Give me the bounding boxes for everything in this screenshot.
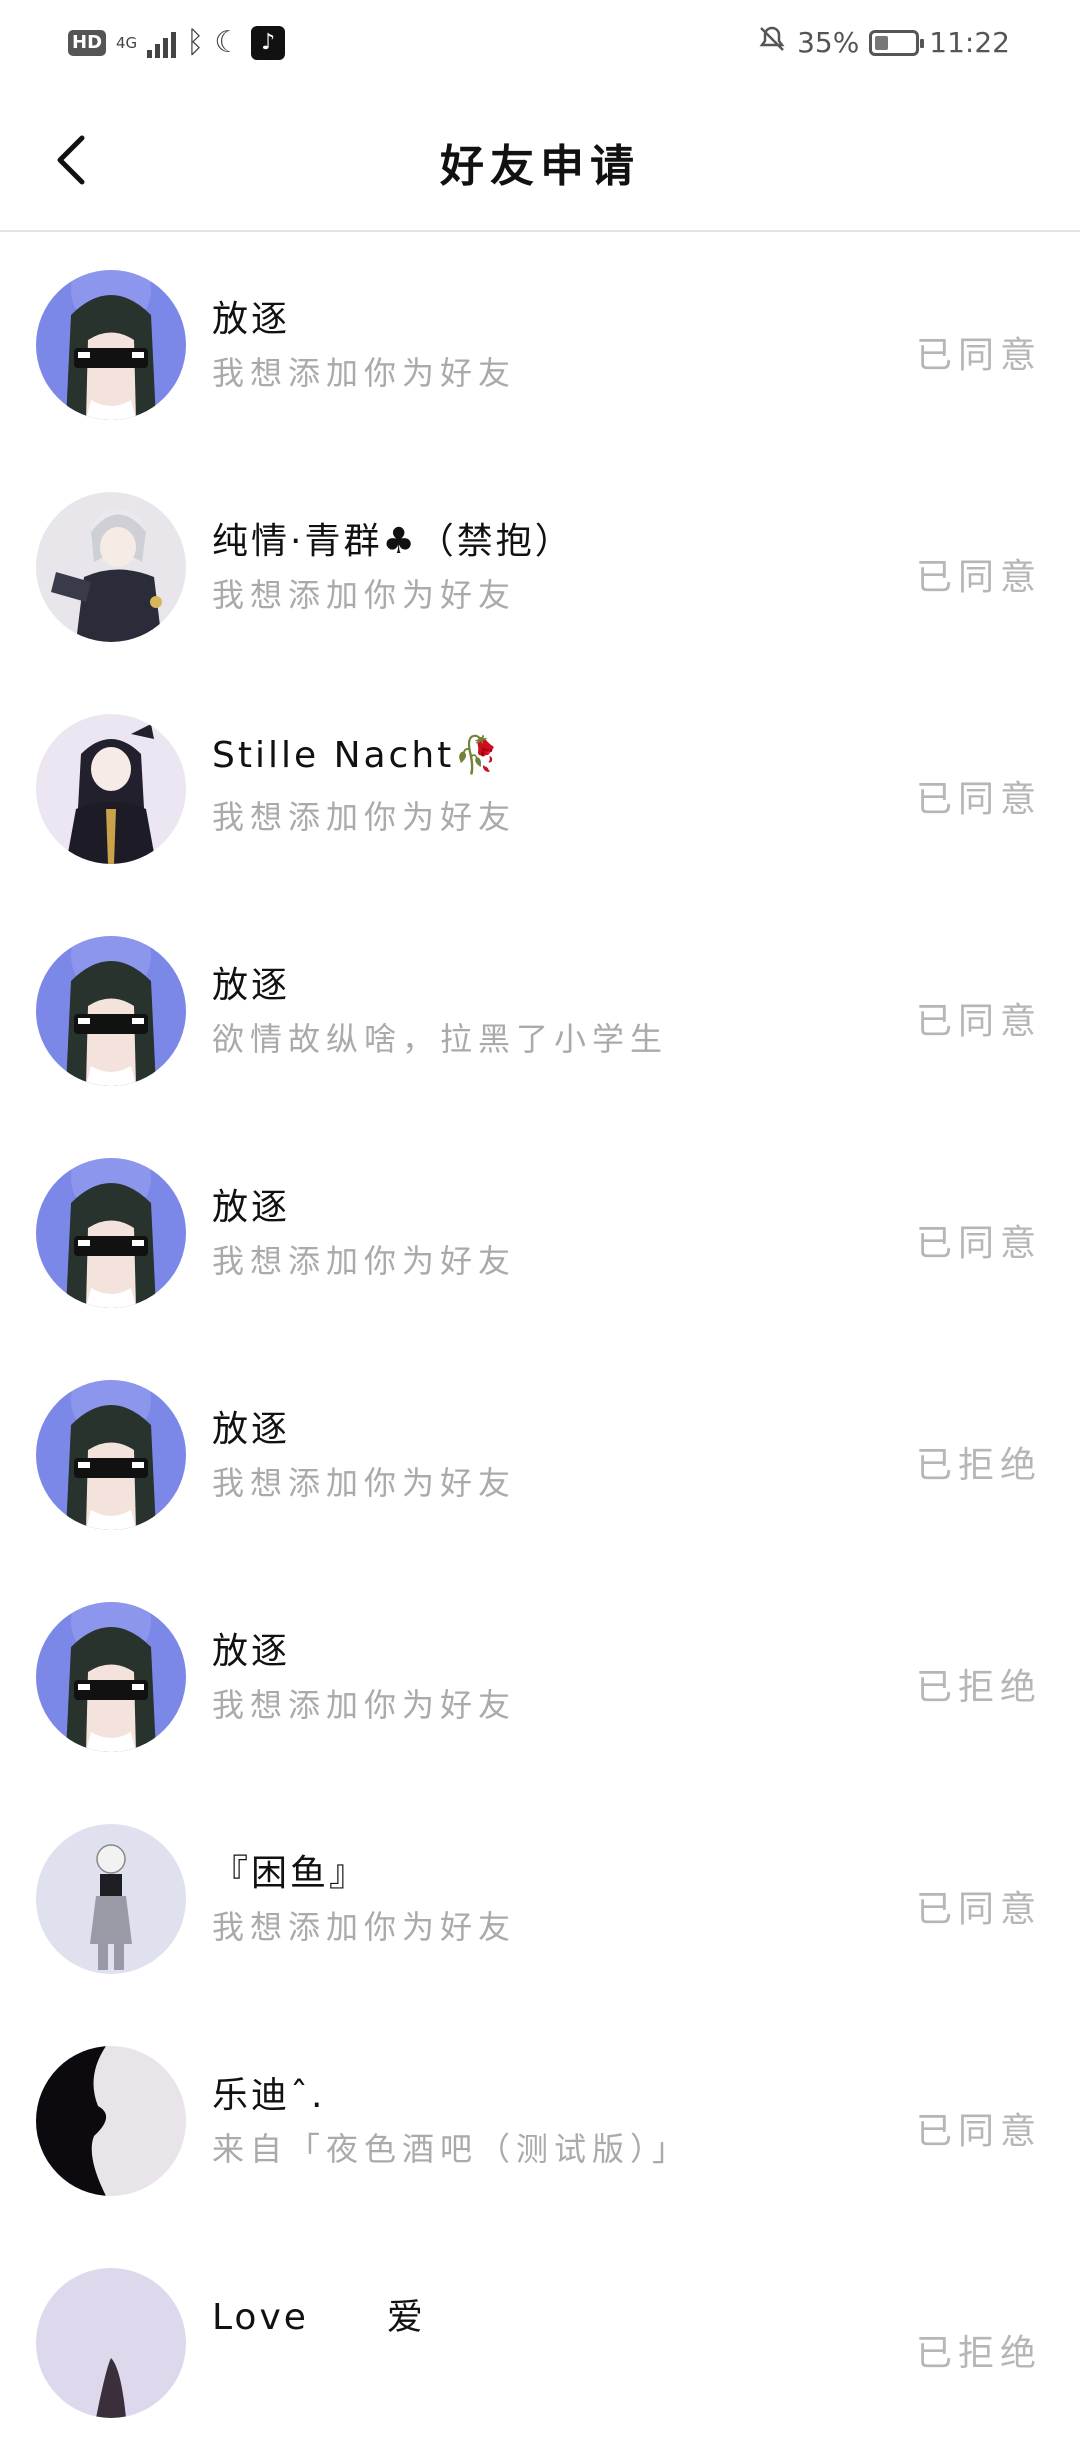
requester-name: Stille Nacht🥀 [212,735,503,776]
request-message: 我想添加你为好友 [212,354,517,392]
requester-name: 放逐 [212,1409,291,1450]
request-message: 欲情故纵啥，拉黑了小学生 [212,1020,669,1058]
status-left: HD 4G ᛒ ☾ ♪ [68,25,286,60]
request-status: 已拒绝 [915,2333,1042,2374]
avatar[interactable] [36,1602,186,1752]
clock: 11:22 [929,26,1010,59]
request-message: 来自「夜色酒吧（测试版）」 [212,2130,691,2168]
bluetooth-icon: ᛒ [186,25,205,60]
status-right: 35% 11:22 [757,24,1010,61]
request-status: 已同意 [915,557,1042,598]
requester-name: 放逐 [212,965,291,1006]
requester-name: 『困鱼』 [212,1853,369,1894]
avatar[interactable] [36,2268,186,2418]
hd-badge: HD [68,30,107,56]
avatar[interactable] [36,492,186,642]
request-message: 我想添加你为好友 [212,1464,517,1502]
page-title: 好友申请 [440,141,640,192]
battery-percent: 35% [797,26,860,59]
requester-name: 放逐 [212,1631,291,1672]
request-message: 我想添加你为好友 [212,1242,517,1280]
request-message: 我想添加你为好友 [212,576,517,614]
friend-request-row[interactable]: 放逐我想添加你为好友 已同意 [0,232,1080,454]
battery-icon [869,29,925,56]
request-status: 已同意 [915,1223,1042,1264]
moon-icon: ☾ [214,25,242,60]
request-status: 已同意 [915,1889,1042,1930]
signal-icon [147,28,177,58]
friend-request-row[interactable]: 『困鱼』我想添加你为好友 已同意 [0,1786,1080,2008]
network-type: 4G [116,34,138,52]
avatar[interactable] [36,2046,186,2196]
requester-name: 放逐 [212,299,291,340]
friend-request-list: 放逐 我想添加你为好友 已同意 纯情·青群♣（禁抱） 我想添加你为好友 已同意 Stille… [0,232,1080,2452]
mute-icon [757,24,787,61]
status-bar: HD 4G ᛒ ☾ ♪ 35% 11:22 [0,0,1080,90]
avatar[interactable] [36,714,186,864]
friend-request-row[interactable]: 纯情·青群♣（禁抱） 我想添加你为好友 已同意 [0,454,1080,676]
request-status: 已同意 [915,2111,1042,2152]
friend-request-row[interactable]: 乐迪ˆ. 来自「夜色酒吧（测试版）」 已同意 [0,2008,1080,2230]
request-status: 已同意 [915,335,1042,376]
battery-level-fill [875,35,889,50]
tiktok-icon: ♪ [251,26,286,60]
requester-name: 纯情·青群♣（禁抱） [212,521,574,562]
request-status: 已同意 [915,1001,1042,1042]
avatar[interactable] [36,1824,186,1974]
friend-request-row[interactable]: 放逐我想添加你为好友 已拒绝 [0,1342,1080,1564]
friend-request-row[interactable]: Love 爱已拒绝 [0,2230,1080,2452]
avatar[interactable] [36,1380,186,1530]
request-message: 我想添加你为好友 [212,798,517,836]
friend-request-row[interactable]: Stille Nacht🥀 我想添加你为好友 已同意 [0,676,1080,898]
avatar[interactable] [36,936,186,1086]
friend-request-row[interactable]: 放逐我想添加你为好友 已拒绝 [0,1564,1080,1786]
request-message: 我想添加你为好友 [212,1686,517,1724]
avatar[interactable] [36,270,186,420]
request-status: 已拒绝 [915,1445,1042,1486]
app-header: 好友申请 [0,90,1080,232]
requester-name: Love 爱 [212,2297,426,2338]
request-message: 我想添加你为好友 [212,1908,517,1946]
requester-name: 乐迪ˆ. [212,2075,326,2116]
friend-request-row[interactable]: 放逐欲情故纵啥，拉黑了小学生 已同意 [0,898,1080,1120]
avatar[interactable] [36,1158,186,1308]
request-status: 已同意 [915,779,1042,820]
request-status: 已拒绝 [915,1667,1042,1708]
requester-name: 放逐 [212,1187,291,1228]
friend-request-row[interactable]: 放逐我想添加你为好友 已同意 [0,1120,1080,1342]
